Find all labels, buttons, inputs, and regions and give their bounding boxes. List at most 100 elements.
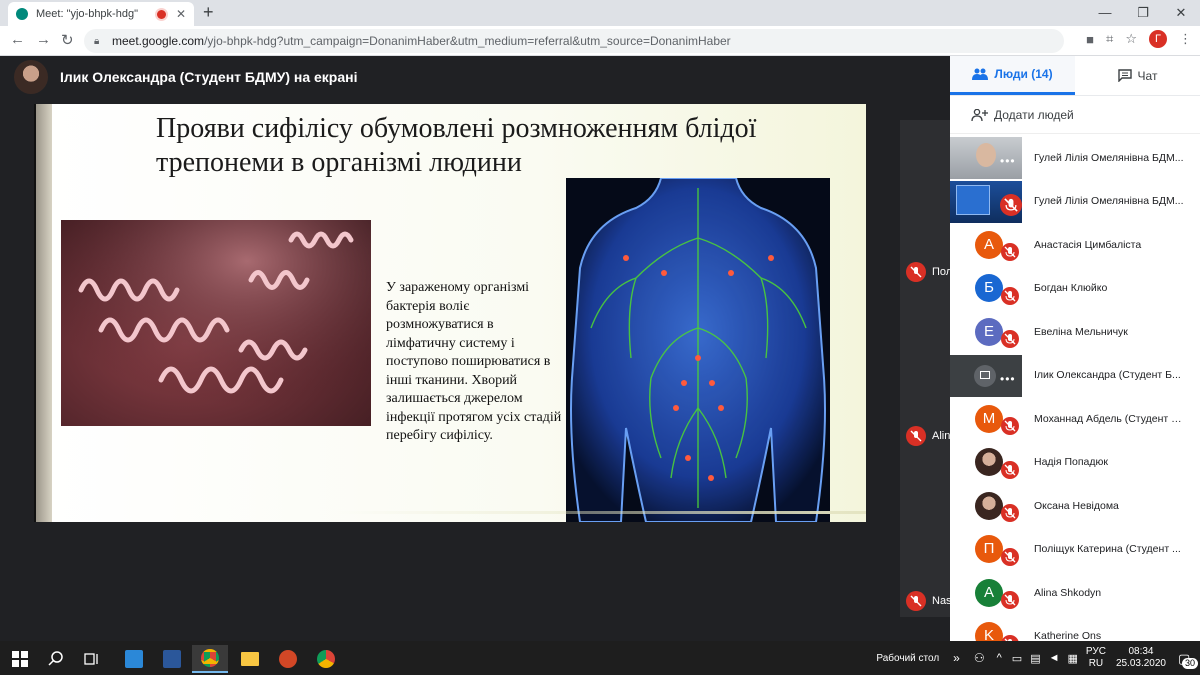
browser-tab[interactable]: Meet: "yjo-bhpk-hdg" ✕ bbox=[8, 2, 194, 26]
participant-row[interactable]: А Анастасія Цимбаліста bbox=[950, 223, 1200, 267]
presentation-slide: Прояви сифілісу обумовлені розмноженням … bbox=[36, 104, 866, 522]
participant-avatar: Б bbox=[975, 274, 1003, 303]
tile-name: Nas bbox=[932, 595, 952, 607]
tab-people-label: Люди (14) bbox=[994, 67, 1053, 81]
participant-name: Оксана Невідома bbox=[1034, 499, 1119, 512]
mic-off-icon bbox=[1001, 417, 1019, 435]
forward-icon[interactable]: → bbox=[36, 31, 51, 48]
taskbar-app-explorer[interactable] bbox=[232, 645, 268, 673]
search-button[interactable] bbox=[38, 645, 74, 673]
browser-toolbar: ← → ↻ 🔒︎ meet.google.com/yjo-bhpk-hdg?ut… bbox=[0, 26, 1200, 56]
slide-bottom-line bbox=[336, 511, 866, 514]
participant-row[interactable]: М Моханнад Абдель (Студент - ... bbox=[950, 397, 1200, 441]
participant-row[interactable]: П Поліщук Катерина (Студент ... bbox=[950, 528, 1200, 572]
minimize-icon[interactable]: — bbox=[1086, 0, 1124, 26]
language-indicator[interactable]: РУС RU bbox=[1086, 646, 1106, 670]
desktop-toolbar-label[interactable]: Рабочий стол bbox=[876, 653, 939, 664]
close-window-icon[interactable]: ✕ bbox=[1162, 0, 1200, 26]
system-tray: Рабочий стол » ⚇ ^ ▭ ▤ ◄ ▦ РУС RU 08:34 … bbox=[876, 641, 1200, 675]
participant-row[interactable]: Гулей Лілія Омелянівна БДМ... bbox=[950, 180, 1200, 224]
tab-chat-label: Чат bbox=[1137, 68, 1158, 83]
tile-label-2[interactable]: Alin bbox=[906, 426, 950, 446]
participant-row[interactable]: Оксана Невідома bbox=[950, 484, 1200, 528]
notification-count: 30 bbox=[1182, 658, 1199, 669]
windows-logo-icon bbox=[12, 651, 28, 667]
participant-row[interactable]: Б Богдан Клюйко bbox=[950, 267, 1200, 311]
slide-left-stripe bbox=[36, 104, 52, 522]
taskbar-app-chrome-active[interactable] bbox=[192, 645, 228, 673]
toolbar-icons: ■ ⌗ ☆ Г ⋮ bbox=[1086, 30, 1192, 48]
tab-people[interactable]: Люди (14) bbox=[950, 56, 1075, 95]
tile-label-3[interactable]: Nas bbox=[906, 591, 952, 611]
slide-title: Прояви сифілісу обумовлені розмноженням … bbox=[156, 113, 757, 178]
clock[interactable]: 08:34 25.03.2020 bbox=[1116, 646, 1166, 670]
add-people-label: Додати людей bbox=[994, 107, 1074, 122]
mic-off-icon bbox=[1001, 547, 1019, 566]
chrome-icon bbox=[201, 649, 219, 667]
menu-icon[interactable]: ⋮ bbox=[1179, 31, 1192, 47]
participant-list: ••• Гулей Лілія Омелянівна БДМ... Гулей Лі… bbox=[950, 136, 1200, 658]
keyboard-icon[interactable]: ▦ bbox=[1068, 652, 1078, 665]
tab-close-icon[interactable]: ✕ bbox=[176, 7, 186, 21]
translate-icon[interactable]: ⌗ bbox=[1106, 31, 1113, 47]
participant-name: Ілик Олександра (Студент Б... bbox=[1034, 369, 1181, 382]
lymphatic-illustration bbox=[570, 178, 826, 522]
tray-overflow-icon[interactable]: ^ bbox=[997, 652, 1002, 664]
language-top: РУС bbox=[1085, 646, 1106, 657]
language-bottom: RU bbox=[1088, 658, 1104, 669]
start-button[interactable] bbox=[2, 645, 38, 673]
participant-avatar: П bbox=[975, 535, 1003, 564]
clock-date: 25.03.2020 bbox=[1115, 658, 1166, 669]
network-icon[interactable]: ▤ bbox=[1030, 652, 1040, 665]
profile-avatar[interactable]: Г bbox=[1149, 30, 1167, 48]
panel-tabs: Люди (14) Чат bbox=[950, 56, 1200, 96]
bookmark-star-icon[interactable]: ☆ bbox=[1125, 31, 1137, 47]
participant-avatar: А bbox=[975, 230, 1003, 259]
participant-tiles-strip bbox=[900, 120, 950, 617]
camera-icon[interactable]: ■ bbox=[1086, 32, 1094, 47]
participant-photo bbox=[975, 448, 1003, 477]
participant-avatar: М bbox=[975, 404, 1003, 433]
browser-tabbar: Meet: "yjo-bhpk-hdg" ✕ + — ❐ ✕ bbox=[0, 0, 1200, 26]
participant-row[interactable]: ••• Ілик Олександра (Студент Б... bbox=[950, 354, 1200, 398]
chevron-icon[interactable]: » bbox=[953, 651, 960, 665]
task-view-icon bbox=[84, 653, 98, 665]
word-icon bbox=[163, 650, 181, 668]
participant-name: Гулей Лілія Омелянівна БДМ... bbox=[1034, 151, 1184, 164]
add-people-button[interactable]: Додати людей bbox=[950, 96, 1200, 134]
search-icon bbox=[48, 651, 63, 666]
taskbar-app-network[interactable] bbox=[116, 645, 152, 673]
folder-icon bbox=[241, 652, 259, 666]
tab-chat[interactable]: Чат bbox=[1075, 56, 1200, 95]
battery-icon[interactable]: ▭ bbox=[1012, 652, 1022, 665]
meet-favicon-icon bbox=[16, 8, 28, 20]
notification-center[interactable]: ▢ 30 bbox=[1174, 643, 1200, 673]
volume-icon[interactable]: ◄ bbox=[1049, 652, 1060, 664]
new-tab-icon[interactable]: + bbox=[203, 2, 214, 23]
mic-off-icon bbox=[1001, 591, 1019, 609]
participant-name: Гулей Лілія Омелянівна БДМ... bbox=[1034, 195, 1184, 208]
participant-avatar: A bbox=[975, 578, 1003, 607]
participant-row[interactable]: Е Евеліна Мельничук bbox=[950, 310, 1200, 354]
address-bar[interactable]: 🔒︎ meet.google.com/yjo-bhpk-hdg?utm_camp… bbox=[84, 29, 1064, 53]
taskbar-app-chrome[interactable] bbox=[308, 645, 344, 673]
participant-row[interactable]: Надія Попадюк bbox=[950, 441, 1200, 485]
reload-icon[interactable]: ↻ bbox=[61, 31, 74, 49]
tile-label-1[interactable]: Пол bbox=[906, 262, 952, 282]
participant-avatar: Е bbox=[975, 317, 1003, 346]
task-view-button[interactable] bbox=[74, 645, 110, 673]
add-person-icon bbox=[971, 108, 988, 121]
mic-off-icon bbox=[906, 426, 926, 446]
back-icon[interactable]: ← bbox=[10, 31, 25, 48]
taskbar-app-word[interactable] bbox=[154, 645, 190, 673]
taskbar-app-powerpoint[interactable] bbox=[270, 645, 306, 673]
maximize-icon[interactable]: ❐ bbox=[1124, 0, 1162, 26]
recording-indicator-icon bbox=[156, 9, 166, 19]
tab-title: Meet: "yjo-bhpk-hdg" bbox=[36, 8, 138, 20]
speaking-dots-icon: ••• bbox=[1000, 154, 1016, 168]
people-tray-icon[interactable]: ⚇ bbox=[974, 651, 985, 665]
participant-row[interactable]: ••• Гулей Лілія Омелянівна БДМ... bbox=[950, 136, 1200, 180]
participant-row[interactable]: A Alina Shkodyn bbox=[950, 571, 1200, 615]
network-app-icon bbox=[125, 650, 143, 668]
mic-off-icon bbox=[1001, 504, 1019, 522]
